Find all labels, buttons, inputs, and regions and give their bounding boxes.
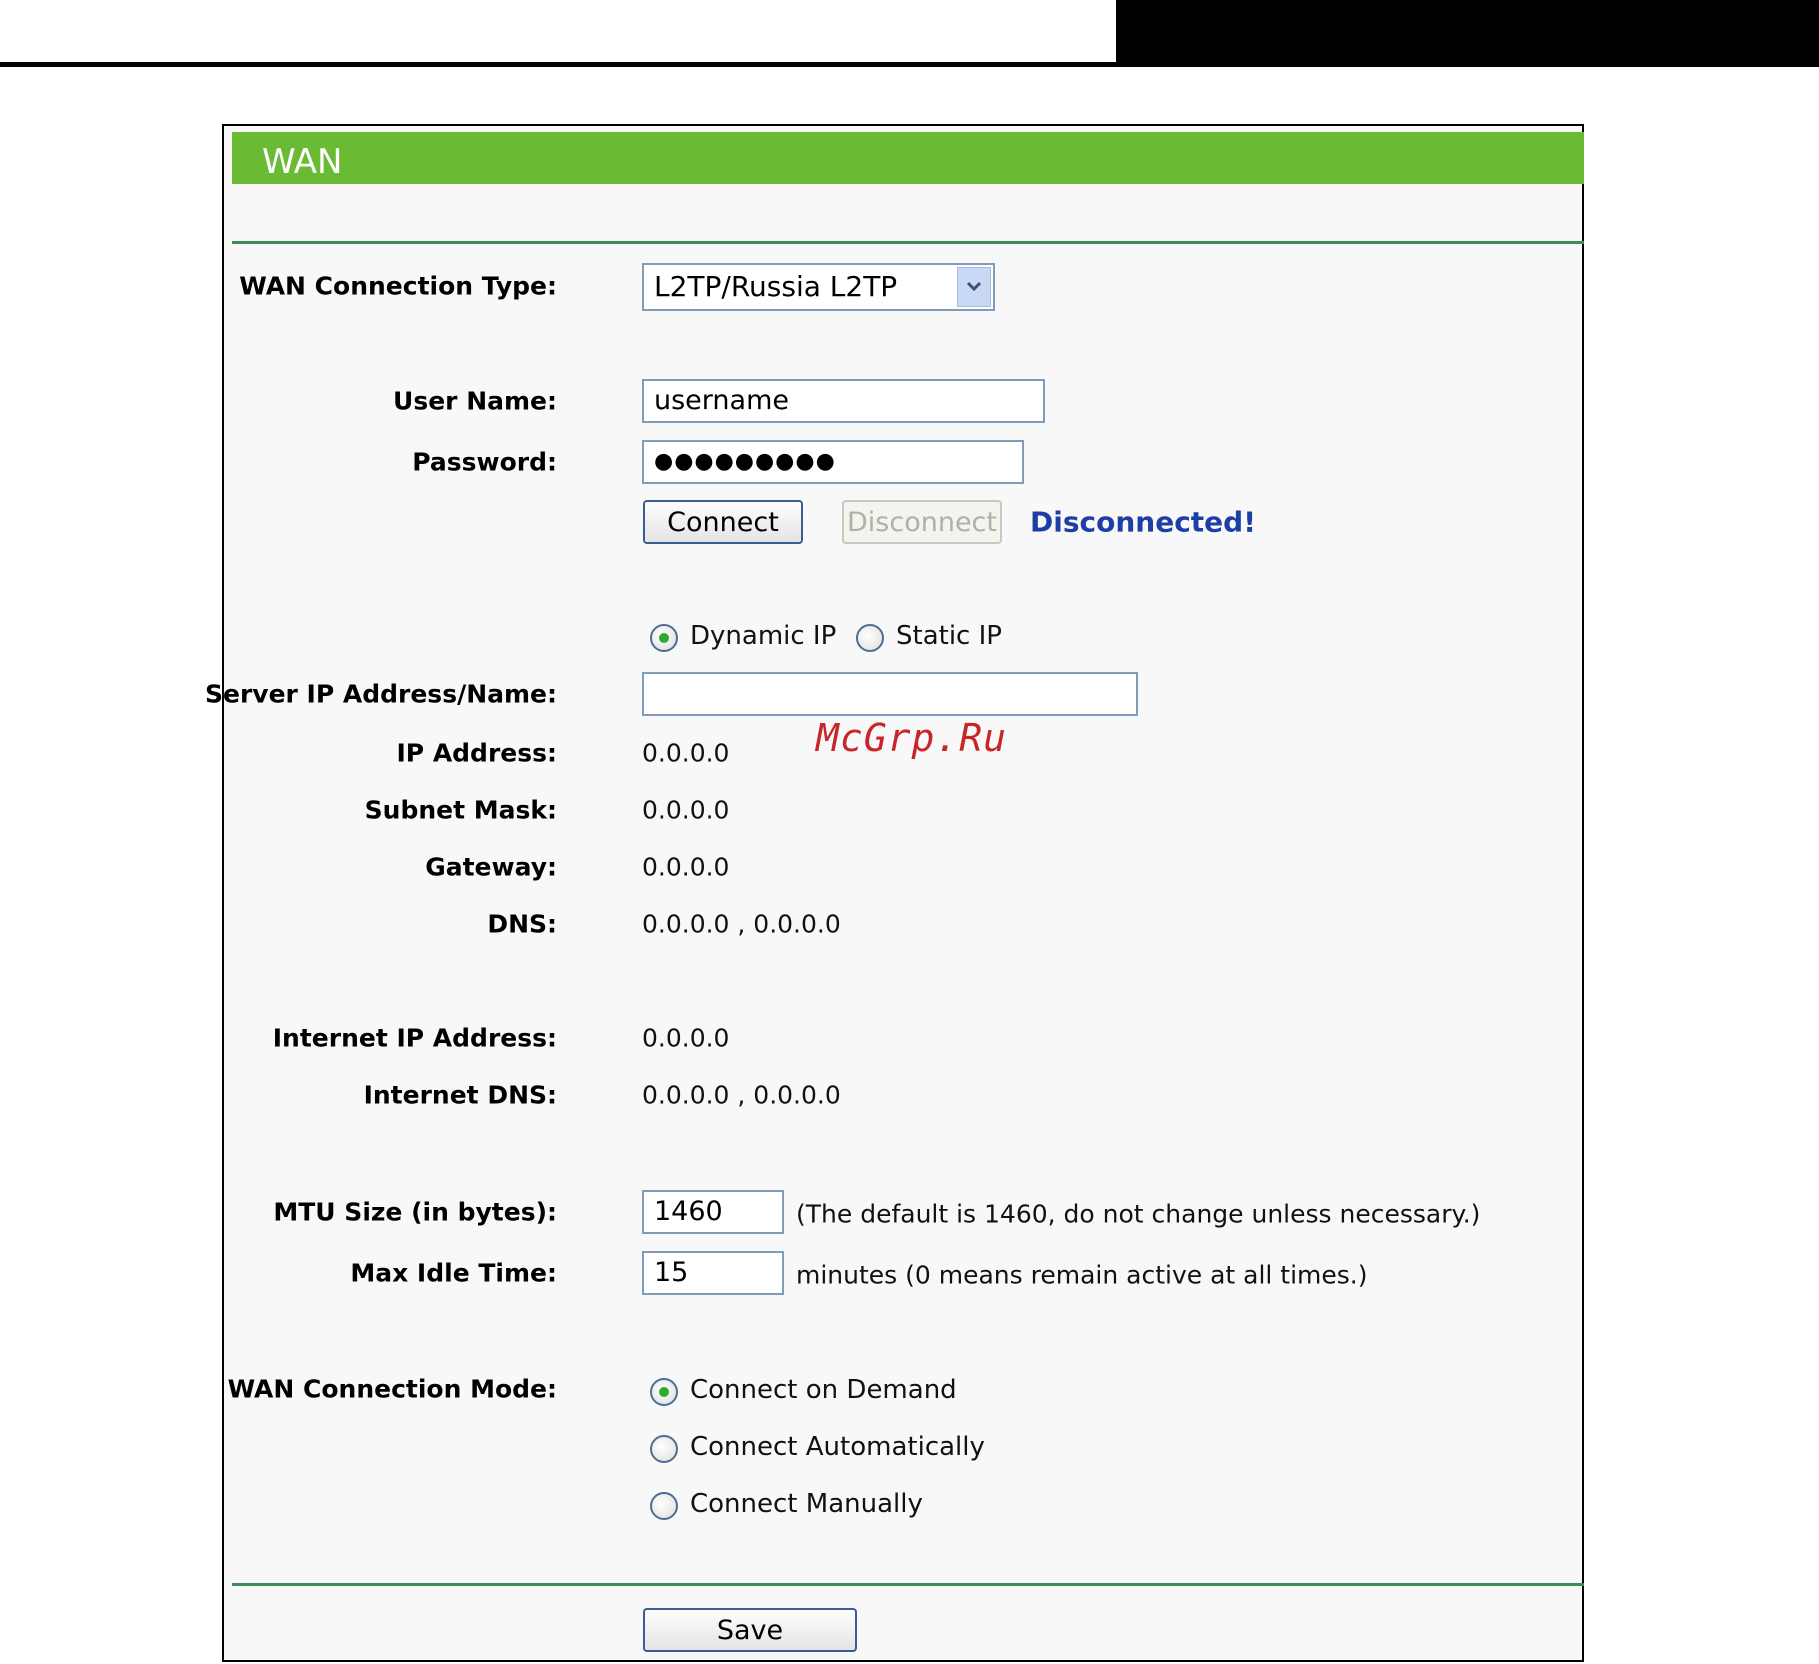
connection-status: Disconnected! [1030,505,1256,539]
subnet-mask-label: Subnet Mask: [364,795,557,825]
internet-dns-value: 0.0.0.0 , 0.0.0.0 [642,1080,841,1110]
server-address-label: Server IP Address/Name: [204,679,557,709]
max-idle-label: Max Idle Time: [350,1258,557,1288]
save-button[interactable]: Save [643,1608,857,1652]
dynamic-ip-label: Dynamic IP [690,621,837,651]
internet-ip-label: Internet IP Address: [272,1023,557,1053]
connection-type-value: L2TP/Russia L2TP [654,270,898,303]
mtu-input[interactable]: 1460 [642,1190,784,1234]
ip-address-value: 0.0.0.0 [642,738,730,768]
gateway-label: Gateway: [425,852,557,882]
radio-selected-dot [659,1387,669,1397]
header-black-block [1116,0,1819,67]
header-rule [0,62,1819,67]
radio-selected-dot [659,633,669,643]
connection-mode-label: WAN Connection Mode: [227,1374,557,1404]
divider-bottom [232,1583,1584,1586]
max-idle-hint: minutes (0 means remain active at all ti… [796,1260,1368,1290]
internet-dns-label: Internet DNS: [363,1080,557,1110]
wan-panel: WAN WAN Connection Type: L2TP/Russia L2T… [205,124,1584,1662]
connect-on-demand-radio[interactable] [650,1378,678,1406]
password-label: Password: [412,447,557,477]
dns-label: DNS: [487,909,557,939]
connect-automatically-label: Connect Automatically [690,1432,985,1462]
gateway-value: 0.0.0.0 [642,852,730,882]
disconnect-button[interactable]: Disconnect [842,500,1002,544]
connect-on-demand-label: Connect on Demand [690,1375,957,1405]
user-name-label: User Name: [393,386,557,416]
connect-manually-label: Connect Manually [690,1489,923,1519]
static-ip-radio[interactable] [856,624,884,652]
connect-button[interactable]: Connect [643,500,803,544]
password-input[interactable]: ●●●●●●●●● [642,440,1024,484]
internet-ip-value: 0.0.0.0 [642,1023,730,1053]
connection-type-select[interactable]: L2TP/Russia L2TP [642,263,995,311]
user-name-input[interactable]: username [642,379,1045,423]
server-address-input[interactable] [642,672,1138,716]
ip-address-label: IP Address: [396,738,557,768]
subnet-mask-value: 0.0.0.0 [642,795,730,825]
divider-top [232,241,1584,244]
panel-header: WAN [232,132,1584,184]
connection-type-label: WAN Connection Type: [239,271,557,301]
mtu-hint: (The default is 1460, do not change unle… [796,1199,1481,1229]
page-title: WAN [262,142,343,182]
static-ip-label: Static IP [896,621,1002,651]
connect-manually-radio[interactable] [650,1492,678,1520]
dynamic-ip-radio[interactable] [650,624,678,652]
dns-value: 0.0.0.0 , 0.0.0.0 [642,909,841,939]
mtu-label: MTU Size (in bytes): [273,1197,557,1227]
connect-automatically-radio[interactable] [650,1435,678,1463]
chevron-down-icon[interactable] [957,267,991,307]
watermark-text: McGrp.Ru [816,716,1008,760]
max-idle-input[interactable]: 15 [642,1251,784,1295]
